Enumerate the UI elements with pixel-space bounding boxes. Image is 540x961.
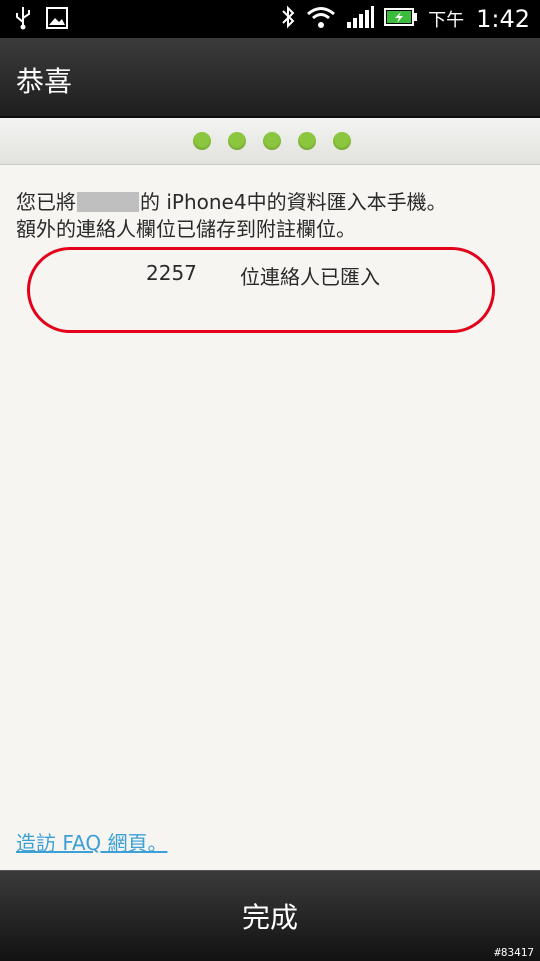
watermark: #83417 xyxy=(494,946,534,959)
message-prefix: 您已將 xyxy=(16,190,76,214)
battery-icon xyxy=(384,7,418,31)
step-dot xyxy=(228,132,246,150)
status-clock: 1:42 xyxy=(476,5,530,33)
message-suffix: 的 iPhone4中的資料匯入本手機。 xyxy=(140,190,447,214)
wifi-icon xyxy=(306,5,336,33)
message-line-1: 您已將 的 iPhone4中的資料匯入本手機。 xyxy=(16,189,526,216)
imported-label: 位連絡人已匯入 xyxy=(240,265,380,289)
usb-icon xyxy=(14,6,32,34)
redacted-device-name xyxy=(77,192,139,212)
title-bar: 恭喜 xyxy=(0,38,540,118)
import-message: 您已將 的 iPhone4中的資料匯入本手機。 額外的連絡人欄位已儲存到附註欄位。 xyxy=(16,189,526,243)
status-ampm: 下午 xyxy=(428,10,465,31)
image-icon xyxy=(46,7,68,33)
main-content: 您已將 的 iPhone4中的資料匯入本手機。 額外的連絡人欄位已儲存到附註欄位。… xyxy=(0,165,540,870)
step-dot xyxy=(263,132,281,150)
bluetooth-icon xyxy=(280,4,296,34)
import-result: 2257 位連絡人已匯入 xyxy=(146,261,380,290)
step-indicator xyxy=(0,118,540,165)
done-button[interactable]: 完成 xyxy=(0,871,540,961)
step-dot xyxy=(193,132,211,150)
step-dot xyxy=(333,132,351,150)
message-line-2: 額外的連絡人欄位已儲存到附註欄位。 xyxy=(16,217,356,241)
signal-icon xyxy=(346,6,375,32)
page-title: 恭喜 xyxy=(16,65,73,98)
step-dots xyxy=(193,132,351,150)
highlight-circle xyxy=(27,247,495,333)
bottom-bar: 完成 #83417 xyxy=(0,870,540,961)
step-dot xyxy=(298,132,316,150)
status-bar: 下午 1:42 xyxy=(0,0,540,38)
faq-link[interactable]: 造訪 FAQ 網頁。 xyxy=(16,827,167,856)
imported-count: 2257 xyxy=(146,261,197,285)
